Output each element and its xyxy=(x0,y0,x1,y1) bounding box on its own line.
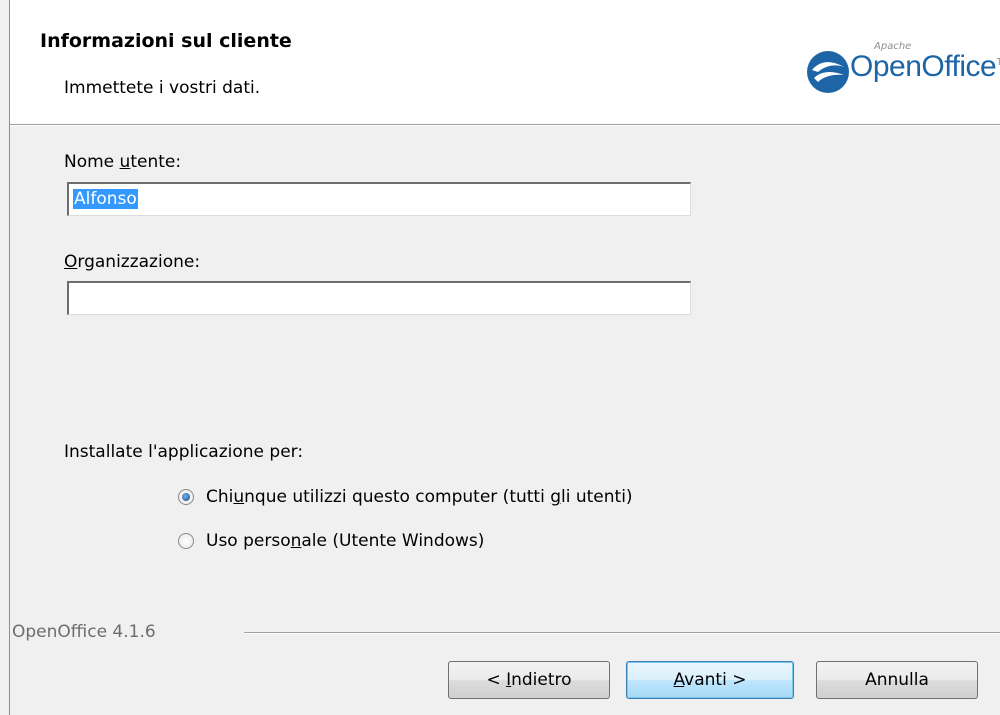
install-for-label: Installate l'applicazione per: xyxy=(64,442,304,462)
radio-all-users-label: Chiunque utilizzi questo computer (tutti… xyxy=(206,487,633,507)
logo-trademark: TM xyxy=(996,57,1000,68)
radio-all-users[interactable]: Chiunque utilizzi questo computer (tutti… xyxy=(178,487,633,507)
radio-checked-icon[interactable] xyxy=(178,489,194,505)
username-value: Alfonso xyxy=(73,189,138,209)
radio-personal-use-label: Uso personale (Utente Windows) xyxy=(206,531,485,551)
logo-text: OpenOfficeTM xyxy=(850,50,1000,84)
logo-wordmark: OpenOffice xyxy=(850,50,997,83)
page-subtitle: Immettete i vostri dati. xyxy=(64,78,261,98)
radio-unchecked-icon[interactable] xyxy=(178,533,194,549)
version-label: OpenOffice 4.1.6 xyxy=(12,622,156,642)
radio-personal-use[interactable]: Uso personale (Utente Windows) xyxy=(178,531,484,551)
page-title: Informazioni sul cliente xyxy=(40,30,292,52)
username-label: Nome utente: xyxy=(64,152,182,172)
next-button[interactable]: Avanti > xyxy=(626,661,794,699)
openoffice-gull-icon xyxy=(807,51,849,93)
cancel-button[interactable]: Annulla xyxy=(816,661,978,699)
wizard-header: Informazioni sul cliente Immettete i vos… xyxy=(0,0,1000,125)
openoffice-logo: Apache OpenOfficeTM xyxy=(800,0,1000,123)
organization-label: Organizzazione: xyxy=(64,252,201,272)
window-left-edge xyxy=(0,0,10,715)
organization-input[interactable] xyxy=(67,281,691,315)
back-button[interactable]: < Indietro xyxy=(448,661,610,699)
footer-divider xyxy=(244,632,1000,634)
username-input[interactable]: Alfonso xyxy=(67,182,691,216)
